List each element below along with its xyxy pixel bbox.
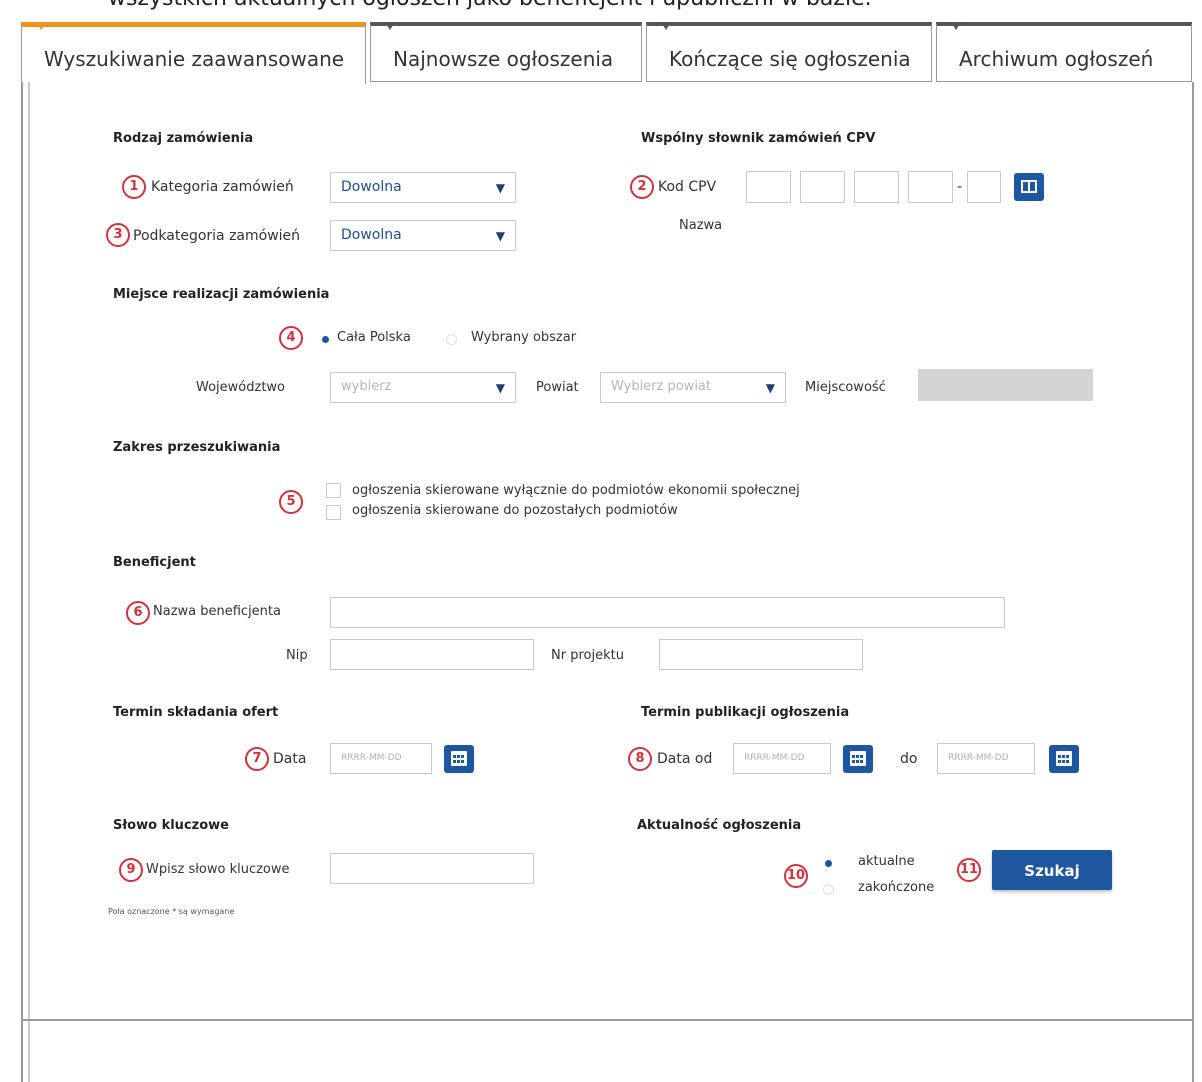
radio-selected-area-label: Wybrany obszar: [471, 330, 577, 345]
calendar-icon: [1056, 751, 1072, 766]
required-fields-note: Pola oznaczone * są wymagane: [108, 907, 235, 916]
subcategory-value: Dowolna: [341, 227, 402, 243]
tab-newest[interactable]: Najnowsze ogłoszenia: [370, 22, 642, 82]
nip-label: Nip: [286, 648, 308, 663]
checkbox-social-economy-label: ogłoszenia skierowane wyłącznie do podmi…: [352, 483, 800, 498]
order-type-title: Rodzaj zamówienia: [113, 131, 254, 146]
voivodeship-label: Województwo: [196, 380, 286, 395]
publication-to-label: do: [900, 751, 918, 767]
radio-finished[interactable]: [823, 884, 834, 895]
subcategory-select[interactable]: Dowolna ▼: [330, 220, 516, 251]
city-label: Miejscowość: [805, 380, 886, 395]
keyword-label: Wpisz słowo kluczowe: [146, 862, 290, 877]
offer-deadline-title: Termin składania ofert: [113, 705, 279, 720]
marker-3: 3: [106, 223, 130, 247]
radio-finished-label: zakończone: [858, 880, 935, 895]
marker-6: 6: [126, 601, 150, 625]
calendar-icon: [850, 751, 866, 766]
marker-11: 11: [957, 858, 981, 882]
top-caption: wszystkich aktualnych ogłoszeń jako bene…: [108, 0, 872, 11]
beneficiary-name-input[interactable]: [330, 597, 1005, 628]
category-value: Dowolna: [341, 179, 402, 195]
publication-from-label: Data od: [657, 751, 713, 767]
tab-label: Archiwum ogłoszeń: [959, 47, 1154, 71]
marker-5: 5: [279, 490, 303, 514]
dropdown-arrow-icon: ▼: [495, 229, 505, 243]
cpv-dictionary-button[interactable]: [1014, 173, 1044, 201]
tab-label: Najnowsze ogłoszenia: [393, 47, 614, 71]
marker-7: 7: [245, 747, 269, 771]
search-button[interactable]: Szukaj: [992, 850, 1112, 890]
dropdown-arrow-icon: ▼: [765, 381, 775, 395]
cpv-code-input-5[interactable]: [967, 171, 1001, 203]
tab-notch-icon: [661, 22, 671, 30]
panel-border-left: [21, 82, 23, 1082]
dropdown-arrow-icon: ▼: [495, 181, 505, 195]
checkbox-other-entities-label: ogłoszenia skierowane do pozostałych pod…: [352, 503, 678, 518]
dropdown-arrow-icon: ▼: [495, 381, 505, 395]
location-title: Miejsce realizacji zamówienia: [113, 287, 330, 302]
city-input: [918, 369, 1093, 401]
cpv-code-input-2[interactable]: [800, 171, 845, 203]
cpv-code-label: Kod CPV: [658, 179, 717, 195]
publication-to-input[interactable]: RRRR-MM-DD: [937, 743, 1035, 774]
checkbox-other-entities[interactable]: [326, 505, 341, 520]
publication-title: Termin publikacji ogłoszenia: [641, 705, 850, 720]
offer-date-label: Data: [273, 751, 307, 767]
cpv-code-input-1[interactable]: [746, 171, 791, 203]
keyword-input[interactable]: [330, 853, 534, 884]
offer-date-calendar-button[interactable]: [444, 745, 474, 773]
publication-to-calendar-button[interactable]: [1049, 745, 1079, 773]
nip-input[interactable]: [330, 639, 534, 670]
panel-border-bottom: [21, 1019, 1194, 1021]
beneficiary-name-label: Nazwa beneficjenta: [153, 604, 281, 619]
marker-1: 1: [122, 175, 146, 199]
beneficiary-title: Beneficjent: [113, 555, 196, 570]
radio-current[interactable]: [825, 860, 832, 867]
tab-archive[interactable]: Archiwum ogłoszeń: [936, 22, 1192, 82]
publication-from-input[interactable]: RRRR-MM-DD: [733, 743, 831, 774]
category-select[interactable]: Dowolna ▼: [330, 172, 516, 203]
project-number-label: Nr projektu: [551, 648, 624, 663]
tab-label: Wyszukiwanie zaawansowane: [44, 47, 345, 71]
tab-ending[interactable]: Kończące się ogłoszenia: [646, 22, 932, 82]
status-title: Aktualność ogłoszenia: [637, 818, 802, 833]
voivodeship-select[interactable]: wybierz ▼: [330, 372, 516, 403]
tab-notch-icon: [36, 22, 46, 30]
checkbox-social-economy[interactable]: [326, 483, 341, 498]
cpv-name-label: Nazwa: [679, 218, 723, 233]
tab-notch-icon: [385, 22, 395, 30]
cpv-code-input-3[interactable]: [854, 171, 899, 203]
county-select[interactable]: Wybierz powiat ▼: [600, 372, 786, 403]
cpv-dash: -: [957, 179, 963, 195]
book-icon: [1021, 180, 1037, 193]
county-placeholder: Wybierz powiat: [611, 379, 711, 394]
calendar-icon: [451, 751, 467, 766]
voivodeship-placeholder: wybierz: [341, 379, 392, 394]
cpv-title: Wspólny słownik zamówień CPV: [641, 131, 876, 146]
project-number-input[interactable]: [659, 639, 863, 670]
tab-notch-icon: [951, 22, 961, 30]
county-label: Powiat: [536, 380, 579, 395]
tab-advanced-search[interactable]: Wyszukiwanie zaawansowane: [21, 22, 366, 84]
radio-all-poland-label: Cała Polska: [337, 330, 411, 345]
marker-9: 9: [119, 858, 143, 882]
keyword-title: Słowo kluczowe: [113, 818, 229, 833]
radio-selected-area[interactable]: [446, 334, 457, 345]
panel-border-right: [1192, 82, 1194, 1082]
marker-8: 8: [628, 747, 652, 771]
publication-from-calendar-button[interactable]: [843, 745, 873, 773]
radio-current-label: aktualne: [858, 854, 915, 869]
marker-10: 10: [784, 864, 808, 888]
cpv-code-input-4[interactable]: [908, 171, 953, 203]
category-label: Kategoria zamówień: [151, 179, 294, 195]
subcategory-label: Podkategoria zamówień: [133, 228, 301, 244]
scope-title: Zakres przeszukiwania: [113, 440, 281, 455]
panel-border-inner-left: [28, 82, 30, 1082]
marker-4: 4: [279, 326, 303, 350]
tab-label: Kończące się ogłoszenia: [669, 47, 911, 71]
offer-date-input[interactable]: RRRR-MM-DD: [330, 743, 432, 774]
marker-2: 2: [630, 175, 654, 199]
radio-all-poland[interactable]: [322, 336, 329, 343]
